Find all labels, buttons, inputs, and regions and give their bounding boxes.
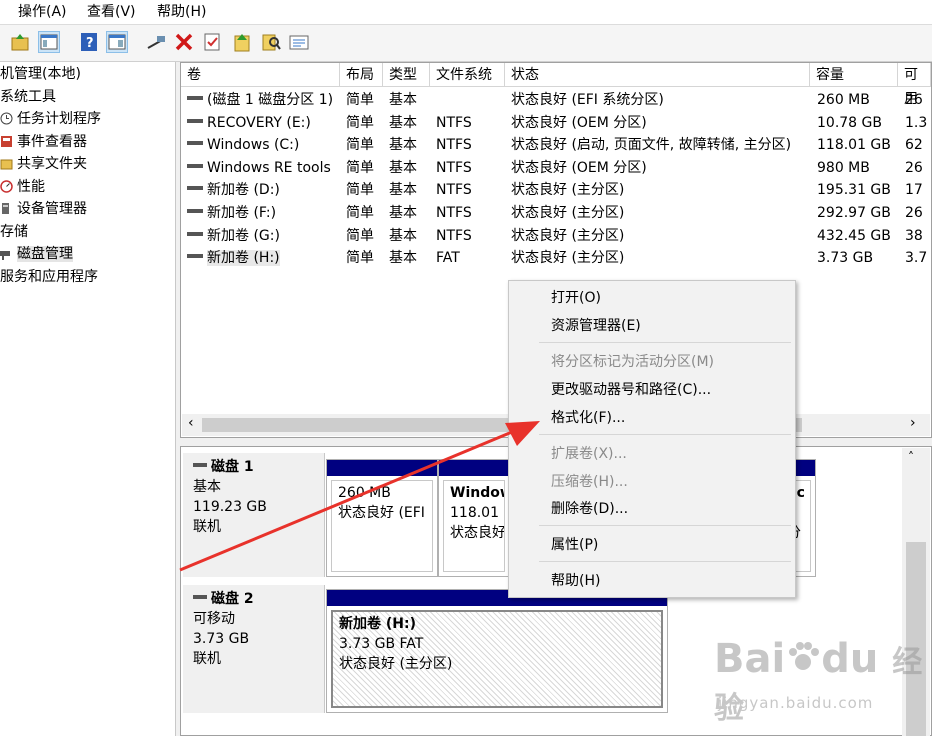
baidu-watermark: Bai du 经验 jingyan.baidu.com — [714, 636, 923, 726]
annotation-arrow — [179, 421, 540, 572]
paw-icon — [789, 642, 820, 670]
